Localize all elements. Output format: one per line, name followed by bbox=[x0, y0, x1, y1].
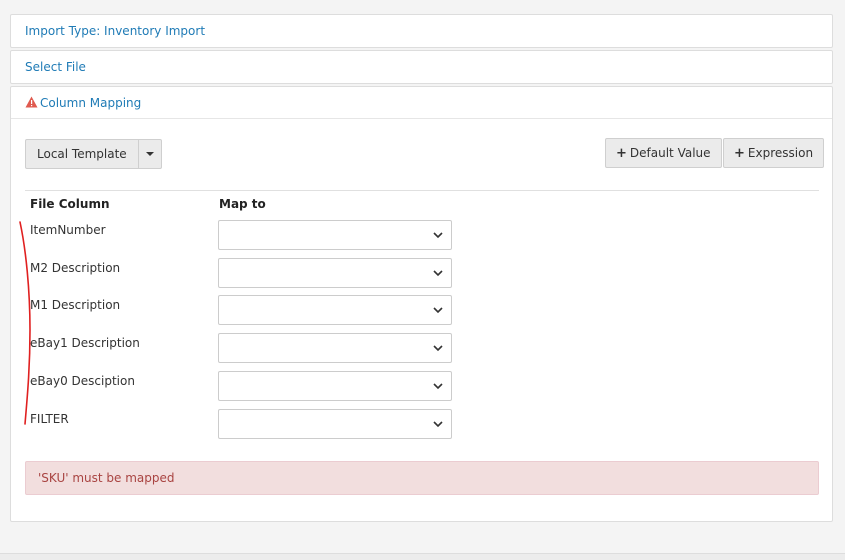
column-mapping-panel: Column Mapping Local Template + Default V… bbox=[10, 86, 833, 522]
column-mapping-header[interactable]: Column Mapping bbox=[11, 87, 832, 119]
expression-label: Expression bbox=[747, 146, 814, 160]
file-column-label: ItemNumber bbox=[30, 223, 106, 237]
default-value-button[interactable]: + Default Value bbox=[605, 138, 722, 168]
template-dropdown-toggle[interactable] bbox=[139, 140, 161, 168]
import-type-header[interactable]: Import Type: Inventory Import bbox=[11, 15, 832, 47]
file-column-label: eBay1 Description bbox=[30, 336, 140, 350]
map-to-select[interactable] bbox=[218, 258, 452, 288]
map-to-select[interactable] bbox=[218, 371, 452, 401]
select-file-header[interactable]: Select File bbox=[11, 51, 832, 83]
caret-down-icon bbox=[145, 152, 154, 156]
plus-icon: + bbox=[734, 146, 745, 161]
chevron-down-icon bbox=[433, 421, 443, 428]
map-to-select[interactable] bbox=[218, 333, 452, 363]
chevron-down-icon bbox=[433, 345, 443, 352]
chevron-down-icon bbox=[433, 270, 443, 277]
warning-triangle-icon bbox=[25, 96, 38, 108]
table-divider bbox=[25, 190, 819, 191]
page: Import Type: Inventory Import Select Fil… bbox=[0, 0, 845, 560]
chevron-down-icon bbox=[433, 307, 443, 314]
map-to-header: Map to bbox=[219, 197, 266, 211]
validation-alert: 'SKU' must be mapped bbox=[25, 461, 819, 495]
expression-button[interactable]: + Expression bbox=[723, 138, 825, 168]
local-template-split-button: Local Template bbox=[25, 139, 162, 169]
select-file-panel[interactable]: Select File bbox=[10, 50, 833, 84]
plus-icon: + bbox=[616, 146, 627, 161]
local-template-button[interactable]: Local Template bbox=[26, 140, 139, 168]
file-column-label: M2 Description bbox=[30, 261, 121, 275]
map-to-select[interactable] bbox=[218, 220, 452, 250]
file-column-header: File Column bbox=[30, 197, 110, 211]
column-mapping-title: Column Mapping bbox=[40, 96, 142, 110]
file-column-label: eBay0 Desciption bbox=[30, 374, 135, 388]
file-column-label: M1 Description bbox=[30, 298, 121, 312]
map-to-select[interactable] bbox=[218, 295, 452, 325]
default-value-label: Default Value bbox=[629, 146, 711, 160]
bottom-bar bbox=[0, 553, 845, 560]
map-to-select[interactable] bbox=[218, 409, 452, 439]
chevron-down-icon bbox=[433, 232, 443, 239]
import-type-panel[interactable]: Import Type: Inventory Import bbox=[10, 14, 833, 48]
chevron-down-icon bbox=[433, 383, 443, 390]
file-column-label: FILTER bbox=[30, 412, 69, 426]
